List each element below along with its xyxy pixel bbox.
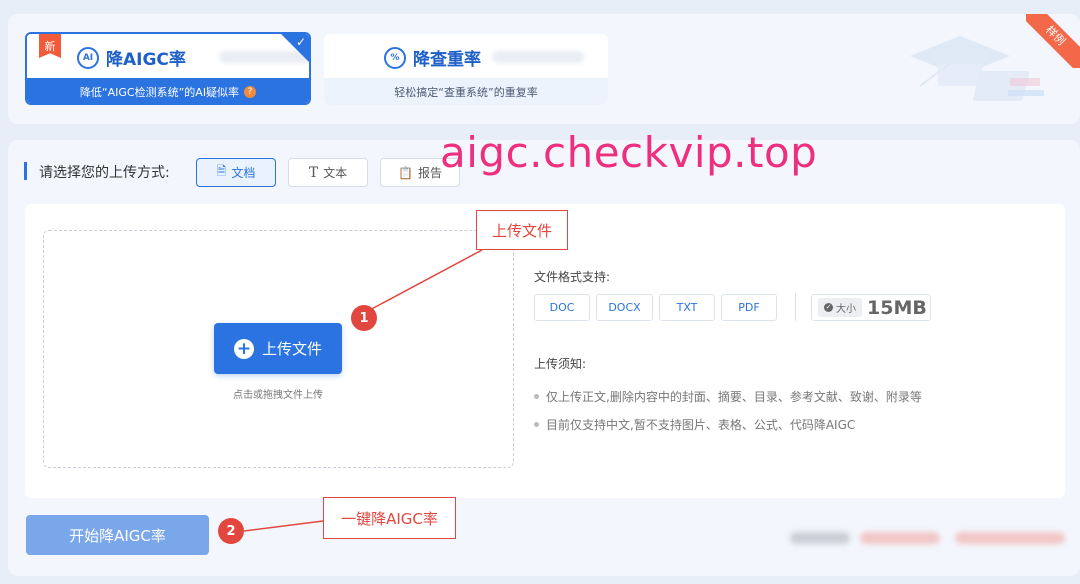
note-text: 目前仅支持中文,暂不支持图片、表格、公式、代码降AIGC: [546, 418, 856, 432]
check-circle-icon: ✓: [824, 303, 833, 312]
mode-document-label: 文档: [231, 166, 256, 180]
tab-reduce-aigc-header: 新 AI 降AIGC率 ✓: [27, 34, 309, 78]
size-value: 15MB: [867, 296, 927, 319]
tab-reduce-aigc-footer: 降低“AIGC检测系统”的AI疑似率 ?: [27, 78, 309, 103]
watermark-text: aigc.checkvip.top: [440, 128, 818, 177]
upload-file-button[interactable]: + 上传文件: [214, 323, 342, 374]
tab-reduce-duplicate-title-wrap: % 降查重率: [384, 45, 481, 70]
note-text: 仅上传正文,删除内容中的封面、摘要、目录、参考文献、致谢、附录等: [546, 390, 922, 404]
annotation-number-2: 2: [218, 518, 244, 544]
blurred-text: [492, 51, 584, 63]
upload-mode-label: 请选择您的上传方式:: [39, 165, 170, 181]
format-chip-pdf: PDF: [721, 294, 777, 321]
format-chip-doc: DOC: [534, 294, 590, 321]
checkmark-icon: ✓: [295, 35, 306, 49]
size-limit: ✓ 大小 15MB: [811, 294, 931, 321]
formats-label: 文件格式支持:: [534, 270, 611, 284]
bullet-icon: [534, 422, 539, 427]
format-divider: [795, 293, 796, 321]
size-tag: ✓ 大小: [818, 298, 862, 317]
notes-label: 上传须知:: [534, 357, 587, 371]
annotation-start: 一键降AIGC率: [323, 497, 456, 539]
dropzone-hint: 点击或拖拽文件上传: [233, 390, 323, 401]
tab-reduce-duplicate-title: 降查重率: [413, 50, 481, 70]
sample-ribbon-label: 样例: [1026, 14, 1080, 68]
document-icon: 🗎: [216, 164, 227, 178]
tab-reduce-aigc-title: 降AIGC率: [106, 50, 186, 70]
note-item: 仅上传正文,删除内容中的封面、摘要、目录、参考文献、致谢、附录等: [534, 388, 922, 405]
upload-file-label: 上传文件: [261, 340, 322, 358]
report-icon: 📋: [398, 165, 413, 180]
format-chip-docx: DOCX: [596, 294, 653, 321]
text-icon: T: [308, 164, 319, 181]
mode-text-label: 文本: [323, 166, 348, 180]
plus-circle-icon: +: [233, 338, 254, 359]
tab-reduce-duplicate-footer: 轻松搞定“查重系统”的重复率: [324, 78, 608, 105]
tab-reduce-aigc[interactable]: 新 AI 降AIGC率 ✓ 降低“AIGC检测系统”的AI疑似率 ?: [25, 32, 311, 105]
mode-document-button[interactable]: 🗎 文档: [196, 158, 276, 187]
mode-report-label: 报告: [417, 166, 442, 180]
mode-text-button[interactable]: T 文本: [288, 158, 368, 187]
sample-ribbon: 样例: [1026, 14, 1080, 68]
ai-icon: AI: [77, 46, 99, 69]
size-label: 大小: [836, 304, 856, 315]
tab-reduce-duplicate[interactable]: % 降查重率 轻松搞定“查重系统”的重复率: [324, 34, 608, 105]
tab-reduce-duplicate-subtitle: 轻松搞定“查重系统”的重复率: [394, 85, 538, 99]
section-accent-bar: [24, 162, 27, 180]
note-item: 目前仅支持中文,暂不支持图片、表格、公式、代码降AIGC: [534, 416, 855, 433]
format-chip-txt: TXT: [659, 294, 715, 321]
annotation-upload: 上传文件: [476, 210, 568, 250]
annotation-number-1: 1: [351, 305, 377, 331]
help-icon[interactable]: ?: [244, 85, 257, 98]
percent-icon: %: [384, 46, 406, 69]
bullet-icon: [534, 394, 539, 399]
tab-reduce-aigc-subtitle: 降低“AIGC检测系统”的AI疑似率: [79, 85, 240, 99]
blurred-text: [860, 532, 940, 544]
tab-reduce-duplicate-header: % 降查重率: [324, 34, 608, 78]
start-reduce-aigc-button[interactable]: 开始降AIGC率: [26, 515, 209, 555]
blurred-text: [790, 532, 850, 544]
new-badge: 新: [39, 34, 61, 58]
blurred-text: [955, 532, 1065, 544]
tab-reduce-aigc-title-wrap: AI 降AIGC率: [77, 45, 186, 70]
